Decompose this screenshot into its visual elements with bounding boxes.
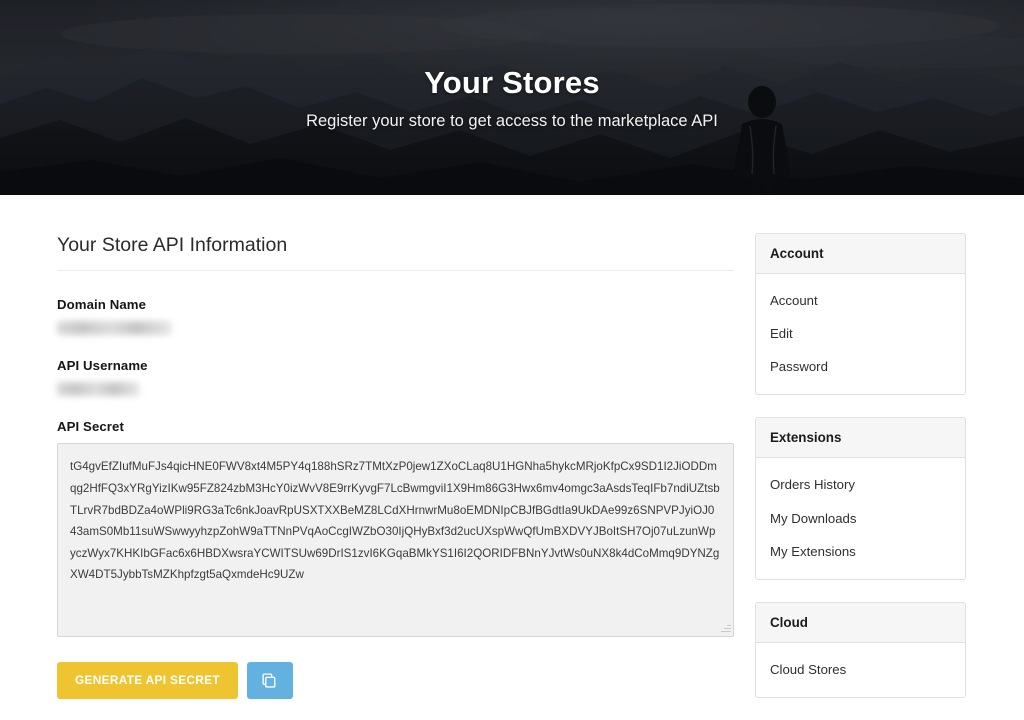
sidebar-card-extensions: Extensions Orders History My Downloads M… [755, 417, 966, 580]
field-api-username: API Username [57, 358, 734, 397]
redacted-api-username-value [57, 382, 139, 397]
api-secret-textarea[interactable]: tG4gvEfZIufMuFJs4qicHNE0FWV8xt4M5PY4q188… [57, 443, 734, 638]
textarea-resize-handle[interactable] [719, 622, 731, 634]
hero-banner: Your Stores Register your store to get a… [0, 0, 1024, 195]
sidebar-card-extensions-list: Orders History My Downloads My Extension… [756, 458, 965, 578]
section-divider [57, 270, 734, 272]
sidebar-item-my-downloads[interactable]: My Downloads [756, 502, 965, 535]
field-api-secret: API Secret tG4gvEfZIufMuFJs4qicHNE0FWV8x… [57, 419, 734, 638]
redacted-domain-name-value [57, 321, 171, 336]
copy-api-secret-button[interactable] [246, 662, 293, 700]
action-button-row: GENERATE API SECRET [57, 662, 734, 700]
field-label-domain-name: Domain Name [57, 297, 147, 313]
field-label-api-username: API Username [57, 358, 148, 374]
sidebar-item-cloud-stores[interactable]: Cloud Stores [756, 653, 965, 686]
sidebar-item-account[interactable]: Account [756, 284, 965, 317]
copy-icon [261, 672, 278, 689]
sidebar: Account Account Edit Password Extensions… [755, 233, 966, 720]
generate-api-secret-button[interactable]: GENERATE API SECRET [57, 662, 238, 700]
main-column: Your Store API Information Domain Name A… [57, 233, 734, 700]
api-secret-value: tG4gvEfZIufMuFJs4qicHNE0FWV8xt4M5PY4q188… [70, 460, 720, 582]
page-title: Your Stores [424, 64, 600, 100]
sidebar-card-account-title: Account [756, 234, 965, 274]
sidebar-card-cloud-list: Cloud Stores [756, 643, 965, 697]
section-title: Your Store API Information [57, 234, 288, 256]
field-domain-name: Domain Name [57, 297, 734, 336]
page-subtitle: Register your store to get access to the… [306, 111, 718, 130]
sidebar-item-edit[interactable]: Edit [756, 317, 965, 350]
page-body: Your Store API Information Domain Name A… [0, 195, 1024, 720]
sidebar-card-cloud: Cloud Cloud Stores [755, 601, 966, 698]
sidebar-card-account-list: Account Edit Password [756, 274, 965, 394]
sidebar-card-extensions-title: Extensions [756, 418, 965, 459]
field-label-api-secret: API Secret [57, 419, 124, 435]
sidebar-item-orders-history[interactable]: Orders History [756, 468, 965, 501]
sidebar-card-cloud-title: Cloud [756, 602, 965, 643]
content-container: Your Store API Information Domain Name A… [0, 195, 1024, 720]
sidebar-card-account: Account Account Edit Password [755, 233, 966, 396]
sidebar-item-password[interactable]: Password [756, 350, 965, 383]
sidebar-item-my-extensions[interactable]: My Extensions [756, 535, 965, 568]
